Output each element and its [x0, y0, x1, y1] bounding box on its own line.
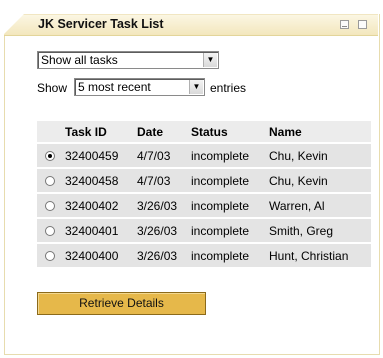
chevron-down-icon: ▼: [203, 53, 217, 67]
row-radio-button[interactable]: [45, 251, 55, 262]
panel-title: JK Servicer Task List: [38, 17, 164, 31]
task-filter-value: Show all tasks: [41, 53, 118, 67]
status-cell: incomplete: [189, 218, 267, 244]
row-select-cell: [37, 218, 63, 244]
column-header-status: Status: [189, 121, 267, 144]
status-cell: incomplete: [189, 243, 267, 269]
task-id-cell: 32400400: [63, 243, 135, 269]
entries-count-value: 5 most recent: [78, 80, 151, 94]
column-header-name: Name: [267, 121, 371, 144]
entries-label: entries: [210, 81, 247, 95]
row-radio-button[interactable]: [45, 201, 55, 212]
select-column-header: [37, 121, 63, 144]
task-id-cell: 32400402: [63, 193, 135, 219]
status-cell: incomplete: [189, 168, 267, 194]
date-cell: 3/26/03: [135, 218, 189, 244]
row-select-cell: [37, 143, 63, 169]
column-header-task-id: Task ID: [63, 121, 135, 144]
row-radio-button[interactable]: [45, 226, 55, 237]
task-id-cell: 32400458: [63, 168, 135, 194]
chevron-down-icon: ▼: [189, 80, 203, 94]
status-cell: incomplete: [189, 193, 267, 219]
row-radio-button[interactable]: [45, 176, 55, 187]
show-label: Show: [37, 81, 68, 95]
task-table: Task ID Date Status Name 32400459 4/7/03 i…: [37, 121, 371, 269]
status-cell: incomplete: [189, 143, 267, 169]
date-cell: 4/7/03: [135, 143, 189, 169]
name-cell: Chu, Kevin: [267, 143, 371, 169]
task-id-cell: 32400401: [63, 218, 135, 244]
table-row[interactable]: 32400459 4/7/03 incomplete Chu, Kevin: [37, 143, 371, 169]
column-header-date: Date: [135, 121, 189, 144]
date-cell: 4/7/03: [135, 168, 189, 194]
table-row[interactable]: 32400400 3/26/03 incomplete Hunt, Christian: [37, 243, 371, 269]
name-cell: Chu, Kevin: [267, 168, 371, 194]
entries-count-select[interactable]: 5 most recent ▼: [74, 78, 205, 96]
minimize-icon[interactable]: [340, 20, 349, 29]
row-select-cell: [37, 193, 63, 219]
task-id-cell: 32400459: [63, 143, 135, 169]
table-row[interactable]: 32400401 3/26/03 incomplete Smith, Greg: [37, 218, 371, 244]
maximize-icon[interactable]: [358, 20, 367, 29]
name-cell: Smith, Greg: [267, 218, 371, 244]
row-radio-button[interactable]: [45, 151, 55, 162]
table-row[interactable]: 32400458 4/7/03 incomplete Chu, Kevin: [37, 168, 371, 194]
date-cell: 3/26/03: [135, 193, 189, 219]
row-select-cell: [37, 168, 63, 194]
date-cell: 3/26/03: [135, 243, 189, 269]
table-row[interactable]: 32400402 3/26/03 incomplete Warren, Al: [37, 193, 371, 219]
table-header-row: Task ID Date Status Name: [37, 121, 371, 144]
row-select-cell: [37, 243, 63, 269]
task-filter-select[interactable]: Show all tasks ▼: [37, 51, 219, 69]
title-tab-corner: [4, 14, 24, 34]
retrieve-details-button[interactable]: Retrieve Details: [37, 292, 206, 315]
name-cell: Hunt, Christian: [267, 243, 371, 269]
name-cell: Warren, Al: [267, 193, 371, 219]
